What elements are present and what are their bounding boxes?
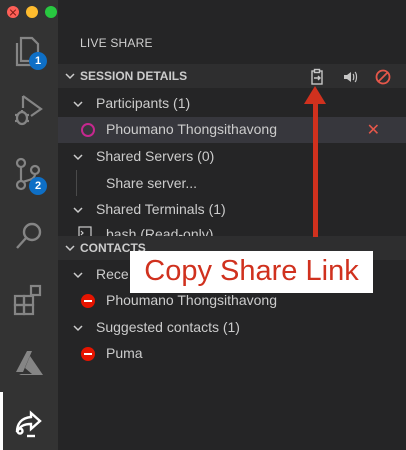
azure-icon[interactable] <box>7 340 51 384</box>
live-share-sidebar: LIVE SHARE SESSION DETAILS Participants … <box>58 0 406 450</box>
shared-servers-label: Shared Servers (0) <box>96 148 215 164</box>
busy-status-icon <box>81 347 95 361</box>
audio-icon[interactable] <box>342 68 360 86</box>
annotation-arrow-head <box>304 86 326 104</box>
recent-contacts-label: Rece <box>96 266 129 282</box>
search-icon[interactable] <box>7 214 51 258</box>
chevron-down-icon <box>65 245 75 252</box>
contact-item[interactable]: Puma <box>58 341 406 367</box>
window-minimize-button[interactable] <box>26 6 38 18</box>
busy-status-icon <box>81 294 95 308</box>
participant-item[interactable]: Phoumano Thongsithavong ✕ <box>58 117 406 143</box>
suggested-contacts-label: Suggested contacts (1) <box>96 319 240 335</box>
contact-name: Puma <box>106 345 143 361</box>
explorer-badge: 1 <box>29 52 47 70</box>
run-debug-icon[interactable] <box>7 88 51 132</box>
remove-participant-icon[interactable]: ✕ <box>367 120 380 140</box>
annotation-callout: Copy Share Link <box>130 251 373 293</box>
shared-terminals-group[interactable]: Shared Terminals (1) <box>58 197 406 223</box>
chevron-down-icon <box>73 207 83 214</box>
annotation-arrow <box>313 101 318 237</box>
window-close-button[interactable] <box>7 6 19 18</box>
stop-session-icon[interactable] <box>374 68 392 86</box>
activity-bar: 1 2 <box>0 0 58 450</box>
extensions-icon[interactable] <box>7 278 51 322</box>
participants-group[interactable]: Participants (1) <box>58 91 406 117</box>
share-server-item[interactable]: Share server... <box>58 171 406 197</box>
shared-terminals-label: Shared Terminals (1) <box>96 201 226 217</box>
sidebar-title: LIVE SHARE <box>80 36 153 50</box>
session-details-header[interactable]: SESSION DETAILS <box>58 64 406 88</box>
share-server-label: Share server... <box>106 175 198 191</box>
source-control-badge: 2 <box>29 177 47 195</box>
chevron-down-icon <box>73 101 83 108</box>
shared-servers-group[interactable]: Shared Servers (0) <box>58 144 406 170</box>
copy-share-link-icon[interactable] <box>308 68 326 86</box>
participants-label: Participants (1) <box>96 95 191 111</box>
live-share-icon[interactable] <box>7 400 51 444</box>
chevron-down-icon <box>73 325 83 332</box>
chevron-down-icon <box>73 272 83 279</box>
participant-name: Phoumano Thongsithavong <box>106 121 277 137</box>
section-label: SESSION DETAILS <box>80 69 188 83</box>
explorer-icon[interactable]: 1 <box>7 28 51 72</box>
source-control-icon[interactable]: 2 <box>7 152 51 196</box>
chevron-down-icon <box>65 73 75 80</box>
participant-status-icon <box>81 123 95 137</box>
contact-name: Phoumano Thongsithavong <box>106 292 277 308</box>
suggested-contacts-group[interactable]: Suggested contacts (1) <box>58 315 406 341</box>
chevron-down-icon <box>73 154 83 161</box>
window-maximize-button[interactable] <box>45 6 57 18</box>
active-indicator <box>0 392 3 450</box>
